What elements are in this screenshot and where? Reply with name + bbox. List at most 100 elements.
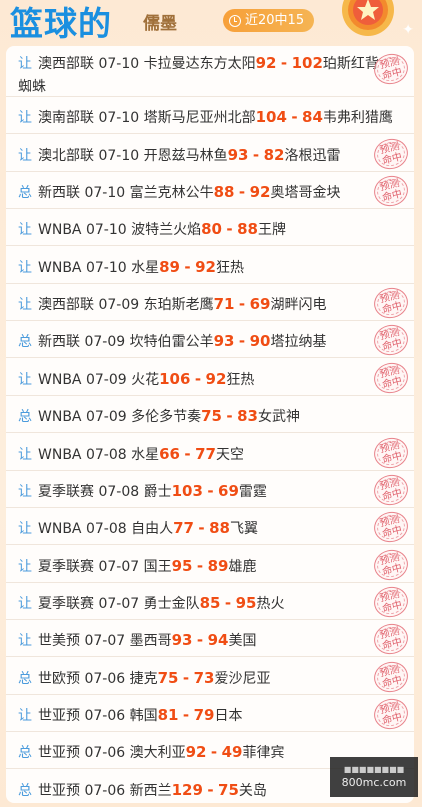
bet-type-tag: 让 [18,148,32,164]
bet-type-tag: 让 [18,447,32,463]
prediction-hit-stamp: 预测 命中 [370,359,412,397]
row-text: 总新西联 07-10 富兰克林公牛88 - 92奥塔哥金块 [18,181,404,205]
match-date: 07-08 [85,447,127,463]
away-score: 73 [193,669,215,687]
bet-type-tag: 让 [18,633,32,649]
page-title: 篮球的 [10,4,112,43]
prediction-row[interactable]: 让澳南部联 07-10 塔斯马尼亚州北部104 - 84韦弗利猎鹰 [6,97,414,134]
away-team: 雷霆 [238,484,267,500]
away-team: 爱沙尼亚 [214,671,271,687]
score-separator: - [238,332,246,350]
bet-type-tag: 总 [18,185,32,201]
league-name: WNBA [38,447,82,463]
stamp-text: 命中 [381,151,404,168]
prediction-hit-stamp: 预测 命中 [370,508,412,546]
record-badge-label: 近20中15 [245,13,305,28]
home-team: 新西兰 [129,783,172,799]
match-date: 07-10 [98,110,140,126]
away-team: 狂热 [215,260,244,276]
row-text: 让澳南部联 07-10 塔斯马尼亚州北部104 - 84韦弗利猎鹰 [18,106,404,130]
away-score: 92 [195,258,216,276]
prediction-row[interactable]: 让 WNBA 07-09 火花106 - 92狂热 预测 命中 [6,359,414,397]
stamp-text: 预测 [378,625,401,642]
prediction-row[interactable]: 让世美预 07-07 墨西哥93 - 94美国 预测 命中 [6,620,414,658]
match-date: 07-06 [84,671,126,687]
stamp-text: 预测 [378,551,401,568]
prediction-row[interactable]: 让澳西部联 07-09 东珀斯老鹰71 - 69湖畔闪电 预测 命中 [6,284,414,322]
away-team: 湖畔闪电 [270,297,327,313]
prediction-row[interactable]: 让世亚预 07-06 韩国81 - 79日本 预测 命中 [6,695,414,733]
away-score: 84 [302,108,323,126]
prediction-hit-stamp: 预测 命中 [370,135,412,173]
score-separator: - [226,407,233,425]
prediction-row[interactable]: 总世欧预 07-06 捷克75 - 73爱沙尼亚 预测 命中 [6,658,414,696]
home-score: 93 [171,631,193,649]
home-score: 93 [227,146,249,164]
bet-type-tag: 让 [18,260,32,276]
home-score: 89 [159,258,180,276]
home-team: 水星 [131,260,160,276]
watermark: ■■■■■■■■ 800mc.com [330,757,418,797]
score-separator: - [198,519,205,537]
row-text: 让世亚预 07-06 韩国81 - 79日本 [18,704,404,728]
away-score: 90 [249,332,271,350]
home-score: 80 [201,220,222,238]
away-team: 狂热 [226,372,255,388]
stamp-text: 命中 [381,66,404,83]
prediction-row[interactable]: 让 WNBA 07-08 自由人77 - 88飞翼 预测 命中 [6,508,414,546]
home-team: 国王 [143,559,172,575]
away-score: 49 [221,743,243,761]
score-separator: - [194,370,202,388]
prediction-row[interactable]: 让澳北部联 07-10 开恩兹马林鱼93 - 82洛根迅雷 预测 命中 [6,135,414,173]
stamp-text: 预测 [378,588,401,605]
home-team: 塔斯马尼亚州北部 [143,110,256,126]
league-name: 世亚预 [38,708,80,724]
prediction-hit-stamp: 预测 命中 [370,620,412,658]
row-text: 让澳西部联 07-09 东珀斯老鹰71 - 69湖畔闪电 [18,293,404,317]
medal-icon [342,0,394,36]
home-score: 106 [159,370,191,388]
prediction-row[interactable]: 总新西联 07-10 富兰克林公牛88 - 92奥塔哥金块 预测 命中 [6,172,414,210]
prediction-row[interactable]: 让夏季联赛 07-07 国王95 - 89雄鹿 预测 命中 [6,546,414,584]
home-score: 104 [255,108,287,126]
away-score: 75 [218,781,239,799]
score-separator: - [238,183,246,201]
away-team: 美国 [228,633,257,649]
match-date: 07-10 [85,260,127,276]
away-score: 77 [195,445,216,463]
prediction-row[interactable]: 让夏季联赛 07-07 勇士金队85 - 95热火 预测 命中 [6,583,414,621]
home-score: 93 [213,332,235,350]
prediction-hit-stamp: 预测 命中 [370,695,412,733]
author-name[interactable]: 儒墨 [143,9,177,34]
stamp-text: 预测 [378,476,401,493]
stamp-text: 命中 [381,599,404,616]
stamp-text: 预测 [378,700,401,717]
league-name: WNBA [38,222,82,238]
score-separator: - [207,781,214,799]
away-score: 92 [249,183,271,201]
prediction-row[interactable]: 总 WNBA 07-09 多伦多节奏75 - 83女武神 [6,396,414,433]
match-date: 07-06 [84,745,126,761]
score-separator: - [182,706,190,724]
away-score: 82 [263,146,285,164]
row-text: 让夏季联赛 07-07 勇士金队85 - 95热火 [18,592,404,616]
prediction-hit-stamp: 预测 命中 [370,172,412,210]
match-date: 07-06 [84,708,126,724]
prediction-hit-stamp: 预测 命中 [370,284,412,322]
row-text: 让 WNBA 07-10 水星89 - 92狂热 [18,256,404,280]
prediction-row[interactable]: 总新西联 07-09 坎特伯雷公羊93 - 90塔拉纳基 预测 命中 [6,321,414,359]
match-date: 07-06 [84,783,126,799]
bet-type-tag: 总 [18,745,32,761]
prediction-row[interactable]: 让 WNBA 07-10 波特兰火焰80 - 88王牌 [6,209,414,246]
prediction-row[interactable]: 让夏季联赛 07-08 爵士103 - 69雷霆 预测 命中 [6,471,414,509]
league-name: WNBA [38,372,82,388]
prediction-row[interactable]: 让 WNBA 07-08 水星66 - 77天空 预测 命中 [6,434,414,472]
prediction-row[interactable]: 让 WNBA 07-10 水星89 - 92狂热 [6,247,414,284]
bet-type-tag: 总 [18,334,32,350]
away-score: 102 [291,54,323,72]
row-text: 总新西联 07-09 坎特伯雷公羊93 - 90塔拉纳基 [18,330,404,354]
stamp-text: 命中 [381,562,404,579]
home-score: 81 [157,706,179,724]
prediction-row[interactable]: 让澳西部联 07-10 卡拉曼达东方太阳92 - 102珀斯红背蜘蛛 预测 命中 [6,46,414,97]
match-date: 07-07 [84,633,126,649]
